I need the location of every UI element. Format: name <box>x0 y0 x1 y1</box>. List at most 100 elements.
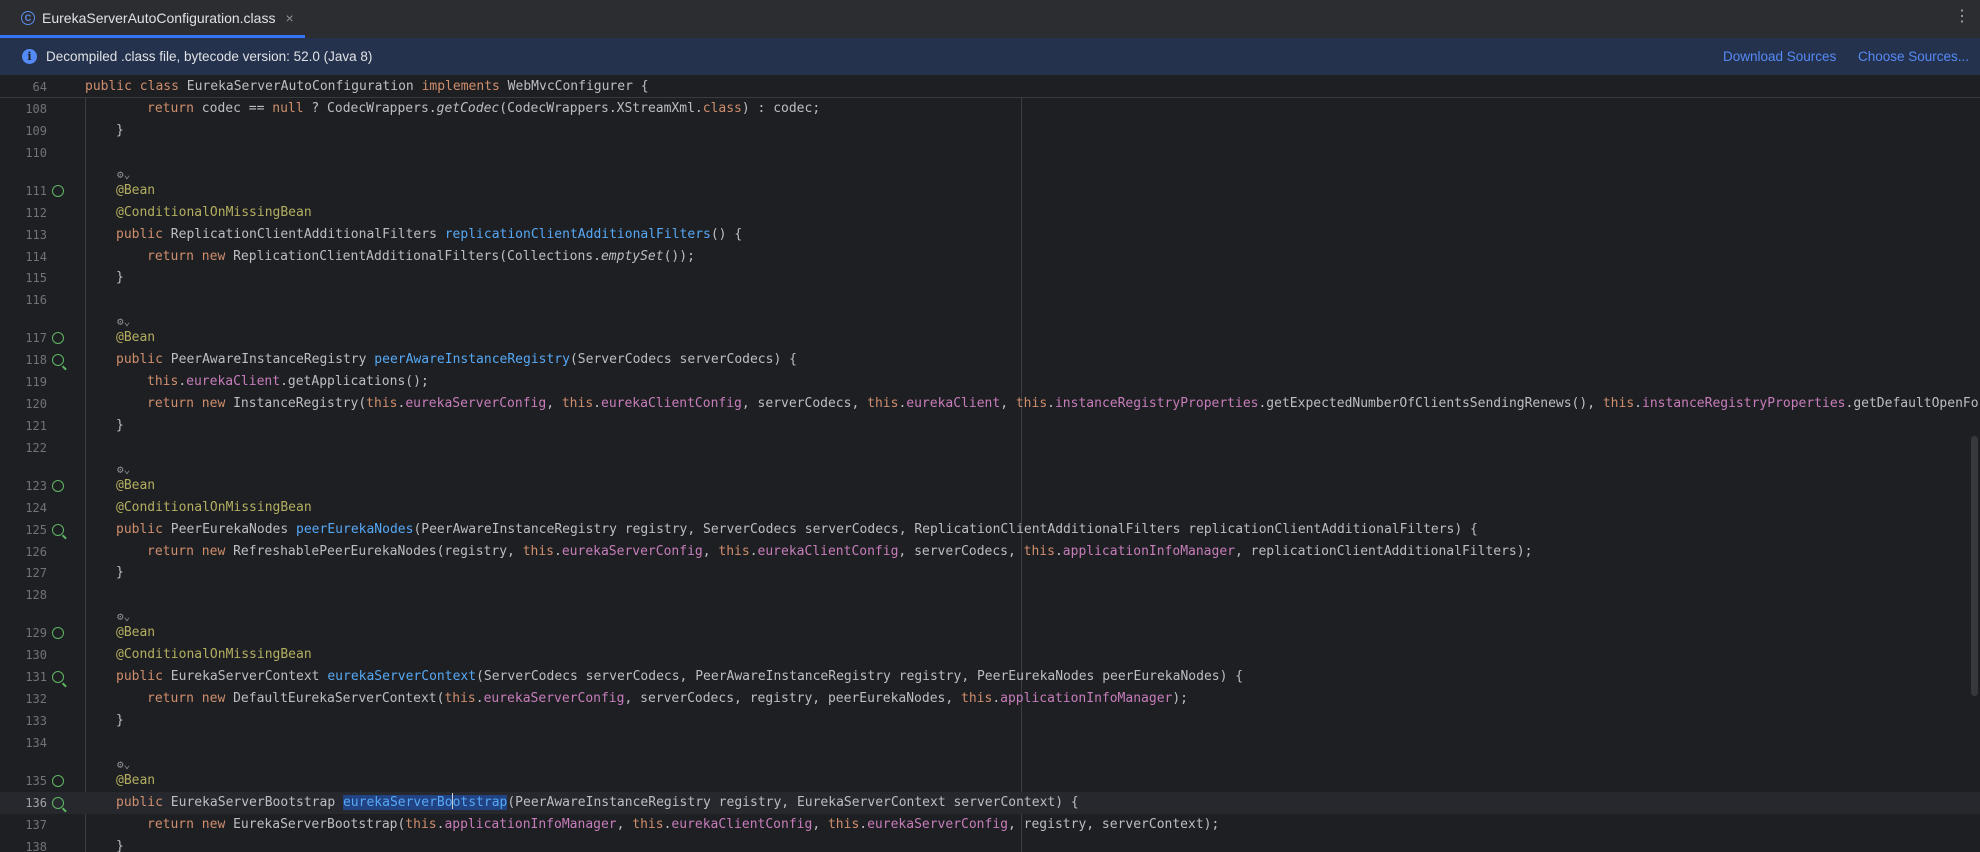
code-text: public PeerEurekaNodes peerEurekaNodes(P… <box>116 521 1478 537</box>
bean-gutter-icon[interactable] <box>52 332 64 345</box>
sticky-class-header[interactable]: 64 public class EurekaServerAutoConfigura… <box>0 76 1980 98</box>
line-number: 115 <box>25 271 47 286</box>
editor-tab-bar: C EurekaServerAutoConfiguration.class × … <box>0 0 1980 39</box>
line-number: 123 <box>25 478 47 493</box>
code-line[interactable]: 109} <box>0 120 1980 142</box>
close-icon[interactable]: × <box>285 10 293 26</box>
code-line[interactable]: 131 public EurekaServerContext eurekaServ… <box>0 666 1980 688</box>
code-text: } <box>116 565 124 581</box>
line-number: 118 <box>25 353 47 368</box>
code-line[interactable]: 137 return new EurekaServerBootstrap(this… <box>0 814 1980 836</box>
code-line[interactable]: 133} <box>0 710 1980 732</box>
code-line[interactable]: 112 @ConditionalOnMissingBean <box>0 202 1980 224</box>
code-line[interactable]: 136 public EurekaServerBootstrap eurekaSe… <box>0 791 1980 814</box>
code-text: @Bean <box>116 330 156 346</box>
code-line[interactable]: 132 return new DefaultEurekaServerContext… <box>0 688 1980 710</box>
code-text: @Bean <box>116 625 156 641</box>
code-text: public EurekaServerContext eurekaServerC… <box>116 669 1244 685</box>
implementations-gutter-icon[interactable] <box>52 523 64 536</box>
code-text: @Bean <box>116 182 156 198</box>
line-number: 131 <box>25 670 47 685</box>
bean-gutter-icon[interactable] <box>52 774 64 787</box>
choose-sources-link[interactable]: Choose Sources... <box>1858 49 1969 64</box>
code-line[interactable]: 138} <box>0 836 1980 852</box>
code-text: this.eurekaClient.getApplications(); <box>147 374 429 390</box>
code-line[interactable]: 114 return new ReplicationClientAdditiona… <box>0 246 1980 268</box>
code-text: return new ReplicationClientAdditionalFi… <box>147 248 695 264</box>
download-sources-link[interactable]: Download Sources <box>1723 49 1836 64</box>
code-line[interactable]: 123 @Bean <box>0 475 1980 497</box>
line-number: 111 <box>25 183 47 198</box>
bean-gutter-icon[interactable] <box>52 184 64 197</box>
code-line[interactable]: 127} <box>0 562 1980 584</box>
implementations-gutter-icon[interactable] <box>52 671 64 684</box>
code-line[interactable]: 129 @Bean <box>0 622 1980 644</box>
code-text: } <box>116 838 124 852</box>
code-line[interactable]: 125 public PeerEurekaNodes peerEurekaNode… <box>0 519 1980 541</box>
code-line[interactable]: 122 <box>0 437 1980 459</box>
class-icon: C <box>21 10 35 25</box>
code-editor[interactable]: 64 public class EurekaServerAutoConfigura… <box>0 76 1980 852</box>
line-number: 134 <box>25 735 47 750</box>
code-text: return codec == null ? CodecWrappers.get… <box>147 101 821 116</box>
code-text: return new InstanceRegistry(this.eurekaS… <box>147 396 1980 411</box>
code-line[interactable]: 118 public PeerAwareInstanceRegistry peer… <box>0 349 1980 371</box>
code-line[interactable]: 108 return codec == null ? CodecWrappers.… <box>0 98 1980 120</box>
banner-text: Decompiled .class file, bytecode version… <box>46 49 373 64</box>
code-text: public PeerAwareInstanceRegistry peerAwa… <box>116 352 797 368</box>
code-line[interactable]: 116 <box>0 289 1980 311</box>
line-number: 132 <box>25 692 47 706</box>
code-line[interactable]: 135 @Bean <box>0 770 1980 792</box>
code-line[interactable]: 126 return new RefreshablePeerEurekaNodes… <box>0 541 1980 563</box>
code-text: public ReplicationClientAdditionalFilter… <box>116 226 743 242</box>
line-number: 109 <box>25 123 47 138</box>
code-line[interactable]: 124 @ConditionalOnMissingBean <box>0 497 1980 519</box>
line-number: 110 <box>25 145 47 160</box>
line-number: 125 <box>25 522 47 537</box>
code-line[interactable]: 115} <box>0 267 1980 289</box>
tab-eureka-server-auto-configuration[interactable]: C EurekaServerAutoConfiguration.class × <box>0 0 305 38</box>
line-number: 112 <box>25 205 47 220</box>
code-text: @Bean <box>116 772 156 788</box>
line-number: 127 <box>25 566 47 581</box>
code-line[interactable]: 130 @ConditionalOnMissingBean <box>0 644 1980 666</box>
code-text: } <box>116 712 124 728</box>
bean-gutter-icon[interactable] <box>52 479 64 492</box>
line-number: 126 <box>25 544 47 559</box>
code-text: @ConditionalOnMissingBean <box>116 204 312 220</box>
code-line[interactable]: 120 return new InstanceRegistry(this.eure… <box>0 393 1980 415</box>
code-line[interactable]: 119 this.eurekaClient.getApplications(); <box>0 371 1980 393</box>
code-line[interactable]: 117 @Bean <box>0 327 1980 349</box>
line-number: 116 <box>25 293 47 308</box>
implementations-gutter-icon[interactable] <box>52 354 64 367</box>
decompiled-banner: i Decompiled .class file, bytecode versi… <box>0 38 1980 76</box>
line-number: 121 <box>25 418 47 433</box>
line-number: 130 <box>25 648 47 663</box>
line-number: 120 <box>25 397 47 411</box>
line-number: 128 <box>25 588 47 603</box>
bean-gutter-icon[interactable] <box>52 627 64 640</box>
line-number: 135 <box>25 773 47 788</box>
line-number: 133 <box>25 713 47 728</box>
line-number: 64 <box>32 80 47 94</box>
line-number: 137 <box>25 817 47 832</box>
code-line[interactable]: 111 @Bean <box>0 180 1980 202</box>
code-line[interactable]: 121} <box>0 415 1980 437</box>
code-text: } <box>116 270 124 286</box>
implementations-gutter-icon[interactable] <box>52 796 64 809</box>
line-number: 136 <box>25 795 47 810</box>
code-line[interactable]: 134 <box>0 732 1980 754</box>
more-options-icon[interactable]: ⋮ <box>1954 9 1970 25</box>
code-text: return new DefaultEurekaServerContext(th… <box>147 691 1188 706</box>
line-number: 114 <box>25 249 47 264</box>
line-number: 129 <box>25 626 47 641</box>
code-line[interactable]: 113 public ReplicationClientAdditionalFil… <box>0 224 1980 246</box>
code-text: return new RefreshablePeerEurekaNodes(re… <box>147 543 1533 559</box>
line-number: 119 <box>25 375 47 390</box>
tab-label: EurekaServerAutoConfiguration.class <box>42 9 276 26</box>
code-text: return new EurekaServerBootstrap(this.ap… <box>147 816 1220 832</box>
line-number: 122 <box>25 440 47 455</box>
code-line[interactable]: 128 <box>0 584 1980 606</box>
code-line[interactable]: 110 <box>0 142 1980 164</box>
code-text: @Bean <box>116 477 156 493</box>
